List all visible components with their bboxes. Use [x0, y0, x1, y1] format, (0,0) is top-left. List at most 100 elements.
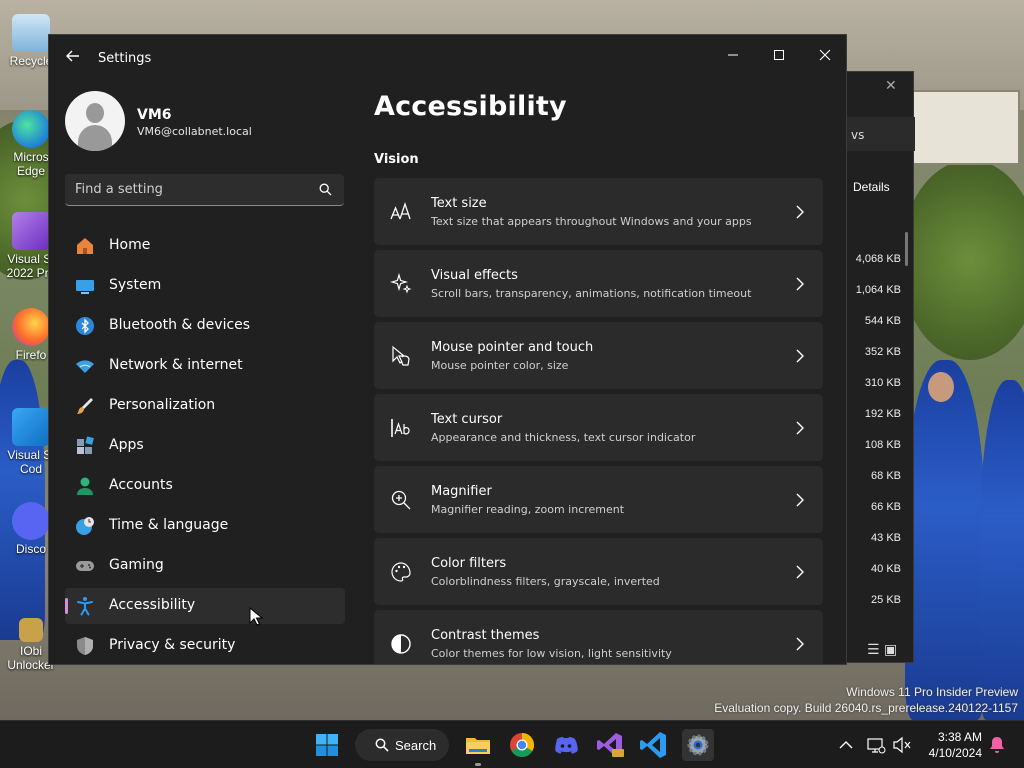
search-input[interactable]: [65, 174, 315, 205]
size-cell: 310 KB: [864, 377, 901, 389]
folder-icon: [466, 738, 490, 754]
card-title: Color filters: [431, 556, 507, 571]
card-text-cursor[interactable]: Text cursor Appearance and thickness, te…: [374, 394, 823, 461]
card-color-filters[interactable]: Color filters Colorblindness filters, gr…: [374, 538, 823, 605]
watermark-line-1: Windows 11 Pro Insider Preview: [846, 685, 1018, 699]
minimize-button[interactable]: [714, 41, 754, 71]
card-title: Text cursor: [431, 412, 503, 427]
card-subtitle: Color themes for low vision, light sensi…: [431, 647, 672, 660]
discord-icon: [12, 502, 50, 540]
gamepad-icon: [76, 561, 94, 571]
vscode-icon: [12, 408, 50, 446]
nav-item-accessibility[interactable]: Accessibility: [65, 588, 345, 624]
windows-logo-icon: [316, 734, 338, 756]
card-contrast-themes[interactable]: Contrast themes Color themes for low vis…: [374, 610, 823, 664]
taskbar-file-explorer[interactable]: [462, 729, 494, 766]
avatar-body: [78, 125, 112, 151]
size-cell: 40 KB: [871, 563, 901, 575]
clock-time: 3:38 AM: [937, 730, 982, 744]
nav-item-bluetooth[interactable]: Bluetooth & devices: [65, 308, 345, 344]
user-profile[interactable]: VM6 VM6@collabnet.local: [65, 91, 355, 151]
user-name: VM6: [137, 107, 172, 123]
list-view-icon[interactable]: ☰: [867, 642, 880, 658]
discord-icon: [555, 737, 578, 754]
system-icon: [76, 280, 94, 294]
network-icon[interactable]: [866, 735, 886, 755]
visual-studio-icon: [597, 733, 624, 757]
back-arrow-icon[interactable]: [65, 48, 81, 64]
taskbar-discord[interactable]: [550, 729, 582, 761]
magnifier-icon: [391, 490, 411, 510]
background-window[interactable]: ✕ vs Details 4,068 KB 1,064 KB 544 KB 35…: [846, 71, 915, 663]
bluetooth-icon: [76, 317, 94, 335]
edge-icon: [12, 110, 50, 148]
nav-item-privacy-security[interactable]: Privacy & security: [65, 628, 345, 664]
paintbrush-icon: [77, 398, 93, 414]
close-icon[interactable]: ✕: [885, 78, 897, 94]
search-box[interactable]: [65, 174, 344, 206]
background-window-tab[interactable]: vs: [847, 117, 915, 151]
maximize-button[interactable]: [760, 41, 800, 71]
taskbar-chrome[interactable]: [506, 729, 538, 761]
text-cursor-icon: [391, 419, 410, 437]
accessibility-icon: [77, 597, 93, 616]
page-title: Accessibility: [374, 91, 567, 122]
tile-view-icon[interactable]: ▣: [884, 642, 897, 658]
nav-item-home[interactable]: Home: [65, 228, 345, 264]
sparkle-icon: [390, 273, 412, 294]
chevron-right-icon: [796, 493, 804, 507]
volume-muted-icon[interactable]: [892, 735, 912, 755]
nav-label: Personalization: [109, 397, 216, 413]
notification-bell-icon[interactable]: [987, 735, 1007, 755]
size-cell: 352 KB: [864, 346, 901, 358]
taskbar: Search 3:38 AM 4/10/2024: [0, 720, 1024, 768]
taskbar-search-label: Search: [395, 738, 437, 753]
card-subtitle: Appearance and thickness, text cursor in…: [431, 431, 696, 444]
details-tab[interactable]: Details: [853, 180, 890, 194]
chevron-right-icon: [796, 349, 804, 363]
taskbar-settings[interactable]: [682, 729, 714, 761]
pointer-icon: [392, 345, 410, 366]
chevron-right-icon: [796, 637, 804, 651]
accounts-icon: [77, 477, 93, 495]
nav-item-time-language[interactable]: Time & language: [65, 508, 345, 544]
start-button[interactable]: [311, 729, 343, 761]
card-text-size[interactable]: Text size Text size that appears through…: [374, 178, 823, 245]
card-title: Magnifier: [431, 484, 492, 499]
size-column: 4,068 KB 1,064 KB 544 KB 352 KB 310 KB 1…: [856, 252, 901, 624]
scrollbar-thumb[interactable]: [905, 232, 908, 266]
card-title: Text size: [431, 196, 487, 211]
nav-item-system[interactable]: System: [65, 268, 345, 304]
chevron-right-icon: [796, 565, 804, 579]
taskbar-search-button[interactable]: Search: [355, 729, 449, 761]
chrome-icon: [510, 733, 535, 758]
card-visual-effects[interactable]: Visual effects Scroll bars, transparency…: [374, 250, 823, 317]
system-clock[interactable]: 3:38 AM 4/10/2024: [920, 729, 982, 761]
nav-label: Privacy & security: [109, 637, 236, 653]
nav-item-accounts[interactable]: Accounts: [65, 468, 345, 504]
background-person: [0, 360, 45, 640]
nav-label: Home: [109, 237, 151, 253]
background-face: [928, 372, 954, 402]
size-cell: 544 KB: [864, 315, 901, 327]
view-toggle[interactable]: ☰ ▣: [867, 642, 897, 658]
user-email: VM6@collabnet.local: [137, 125, 252, 138]
size-cell: 1,064 KB: [855, 284, 901, 296]
nav-item-network[interactable]: Network & internet: [65, 348, 345, 384]
taskbar-visual-studio[interactable]: [594, 729, 626, 761]
size-cell: 66 KB: [871, 501, 901, 513]
card-magnifier[interactable]: Magnifier Magnifier reading, zoom increm…: [374, 466, 823, 533]
close-button[interactable]: [806, 41, 846, 71]
nav-item-gaming[interactable]: Gaming: [65, 548, 345, 584]
firefox-icon: [12, 308, 50, 346]
gear-icon: [687, 734, 709, 756]
taskbar-vscode[interactable]: [638, 729, 670, 761]
section-heading: Vision: [374, 152, 419, 167]
chevron-up-icon[interactable]: [836, 735, 856, 755]
app-title: Settings: [98, 51, 152, 66]
nav-item-apps[interactable]: Apps: [65, 428, 345, 464]
nav-item-personalization[interactable]: Personalization: [65, 388, 345, 424]
card-mouse-pointer[interactable]: Mouse pointer and touch Mouse pointer co…: [374, 322, 823, 389]
card-subtitle: Colorblindness filters, grayscale, inver…: [431, 575, 660, 588]
title-bar[interactable]: Settings: [49, 35, 846, 81]
